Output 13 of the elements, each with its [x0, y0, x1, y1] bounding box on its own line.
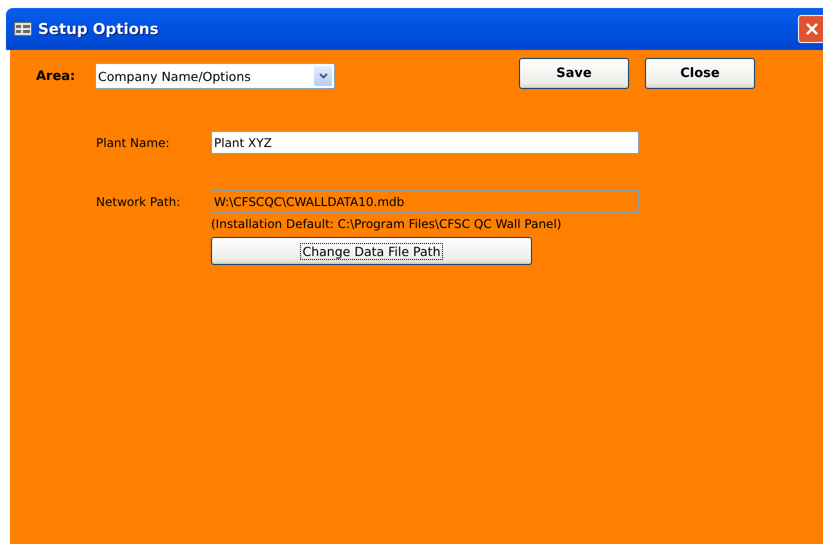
form-icon [14, 22, 32, 36]
area-dropdown[interactable]: Company Name/Options [95, 63, 335, 89]
change-path-button[interactable]: Change Data File Path [211, 237, 532, 265]
field-label: Plant Name: [96, 136, 170, 150]
field-label: Network Path: [96, 194, 182, 208]
close-icon[interactable] [798, 15, 823, 43]
dialog-button[interactable]: Save [519, 58, 629, 88]
dialog-button[interactable]: Close [645, 58, 755, 88]
window-title: Setup Options [38, 20, 160, 38]
chevron-down-icon[interactable] [314, 66, 332, 86]
area-label: Area: [36, 68, 76, 84]
default-path-note: (Installation Default: C:\Program Files\CFSC QC Wall Panel) [211, 217, 562, 231]
input-field[interactable]: Plant XYZ [211, 131, 639, 154]
